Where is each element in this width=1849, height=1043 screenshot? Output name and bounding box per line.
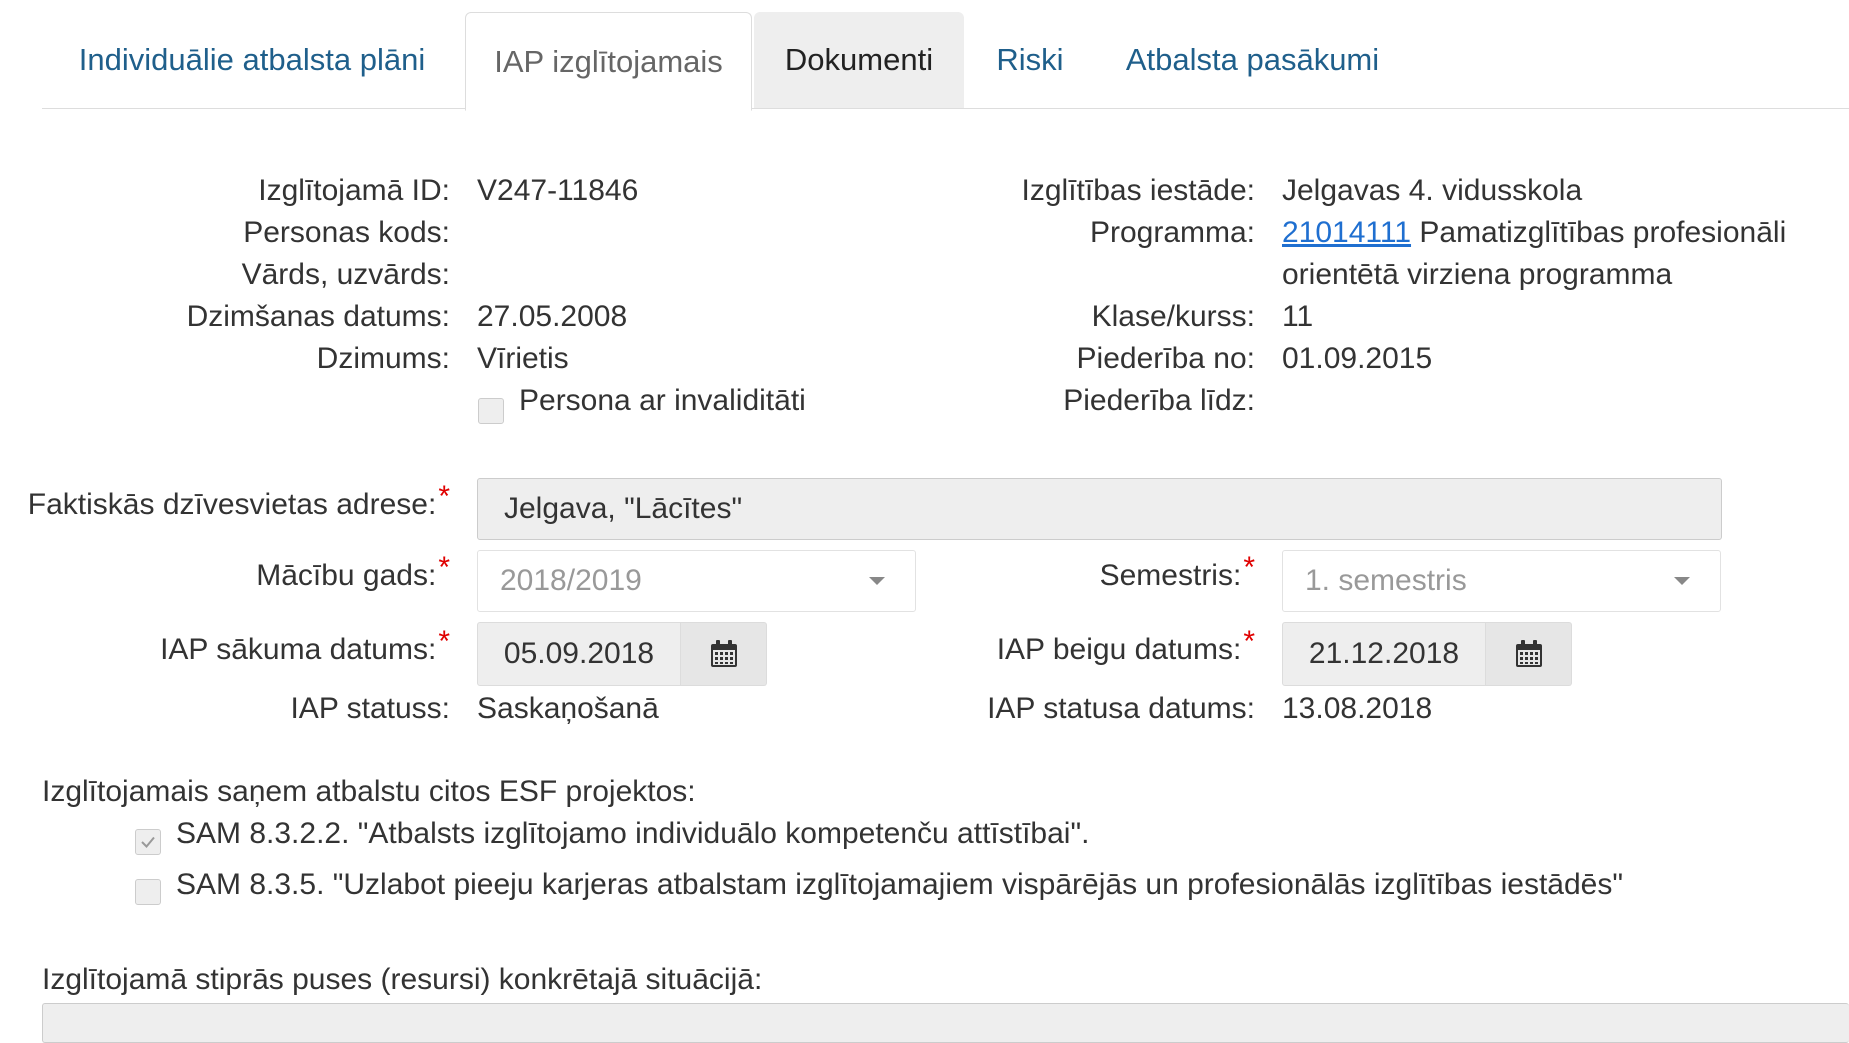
member-from-value: 01.09.2015 — [1282, 342, 1433, 375]
student-id-label: Izglītojamā ID: — [258, 174, 450, 207]
end-date-label: IAP beigu datums:* — [996, 625, 1255, 667]
start-date-input[interactable]: 05.09.2018 — [477, 622, 681, 686]
tab-documents[interactable]: Dokumenti — [754, 12, 964, 108]
disability-checkbox[interactable] — [478, 398, 504, 424]
address-input[interactable]: Jelgava, "Lācītes" — [477, 478, 1722, 540]
status-date-label: IAP statusa datums: — [987, 692, 1255, 725]
program-code-link[interactable]: 21014111 — [1282, 216, 1411, 249]
school-value: Jelgavas 4. vidusskola — [1282, 174, 1583, 207]
strengths-heading: Izglītojamā stiprās puses (resursi) konk… — [42, 963, 763, 996]
end-date-input[interactable]: 21.12.2018 — [1282, 622, 1486, 686]
tab-support-measures[interactable]: Atbalsta pasākumi — [1100, 12, 1405, 108]
status-date-value: 13.08.2018 — [1282, 692, 1433, 725]
tab-individual-support-plans[interactable]: Individuālie atbalsta plāni — [42, 12, 462, 108]
end-date-label-text: IAP beigu datums: — [996, 633, 1242, 666]
tabs-baseline — [42, 108, 1849, 109]
semester-value: 1. semestris — [1305, 564, 1467, 597]
gender-value: Vīrietis — [477, 342, 569, 375]
strengths-textarea[interactable] — [42, 1003, 1849, 1043]
personal-code-label: Personas kods: — [243, 216, 450, 249]
semester-label-text: Semestris: — [1099, 559, 1242, 592]
esf-option-1-checkbox[interactable] — [135, 829, 161, 855]
student-id-value: V247-11846 — [477, 174, 639, 207]
required-marker: * — [1243, 551, 1255, 584]
class-label: Klase/kurss: — [1091, 300, 1255, 333]
semester-label: Semestris:* — [1099, 551, 1255, 593]
end-date-picker-button[interactable] — [1486, 622, 1572, 686]
required-marker: * — [1243, 625, 1255, 658]
study-year-value: 2018/2019 — [500, 564, 642, 597]
required-marker: * — [438, 625, 450, 658]
calendar-icon — [1515, 640, 1542, 667]
disability-label: Persona ar invaliditāti — [519, 384, 806, 417]
required-marker: * — [438, 551, 450, 584]
semester-select[interactable]: 1. semestris — [1282, 550, 1721, 612]
check-icon — [141, 836, 155, 848]
address-label: Faktiskās dzīvesvietas adrese:* — [27, 480, 450, 522]
study-year-label: Mācību gads:* — [256, 551, 450, 593]
esf-option-2-checkbox[interactable] — [135, 879, 161, 905]
chevron-down-icon — [869, 577, 885, 585]
class-value: 11 — [1282, 300, 1314, 333]
tab-risks[interactable]: Riski — [976, 12, 1084, 108]
status-label: IAP statuss: — [290, 692, 450, 725]
study-year-label-text: Mācību gads: — [256, 559, 437, 592]
calendar-icon — [710, 640, 737, 667]
birth-date-value: 27.05.2008 — [477, 300, 628, 333]
start-date-label: IAP sākuma datums:* — [160, 625, 450, 667]
start-date-picker-button[interactable] — [681, 622, 767, 686]
birth-date-label: Dzimšanas datums: — [186, 300, 450, 333]
program-name-line2: orientētā virziena programma — [1282, 258, 1673, 291]
school-label: Izglītības iestāde: — [1021, 174, 1255, 207]
member-to-label: Piederība līdz: — [1063, 384, 1255, 417]
gender-label: Dzimums: — [316, 342, 450, 375]
program-name-line1: Pamatizglītības profesionāli — [1419, 216, 1787, 249]
name-label: Vārds, uzvārds: — [241, 258, 450, 291]
start-date-label-text: IAP sākuma datums: — [160, 633, 437, 666]
required-marker: * — [438, 480, 450, 513]
status-value: Saskaņošanā — [477, 692, 659, 725]
program-value: 21014111 Pamatizglītības profesionāli — [1282, 216, 1786, 250]
chevron-down-icon — [1674, 577, 1690, 585]
esf-option-2-label: SAM 8.3.5. "Uzlabot pieeju karjeras atba… — [176, 868, 1624, 901]
member-from-label: Piederība no: — [1076, 342, 1255, 375]
esf-option-1-label: SAM 8.3.2.2. "Atbalsts izglītojamo indiv… — [176, 817, 1090, 850]
study-year-select[interactable]: 2018/2019 — [477, 550, 916, 612]
esf-heading: Izglītojamais saņem atbalstu citos ESF p… — [42, 775, 696, 808]
address-label-text: Faktiskās dzīvesvietas adrese: — [27, 488, 437, 521]
program-label: Programma: — [1089, 216, 1255, 249]
tab-iap-student[interactable]: IAP izglītojamais — [465, 12, 752, 111]
